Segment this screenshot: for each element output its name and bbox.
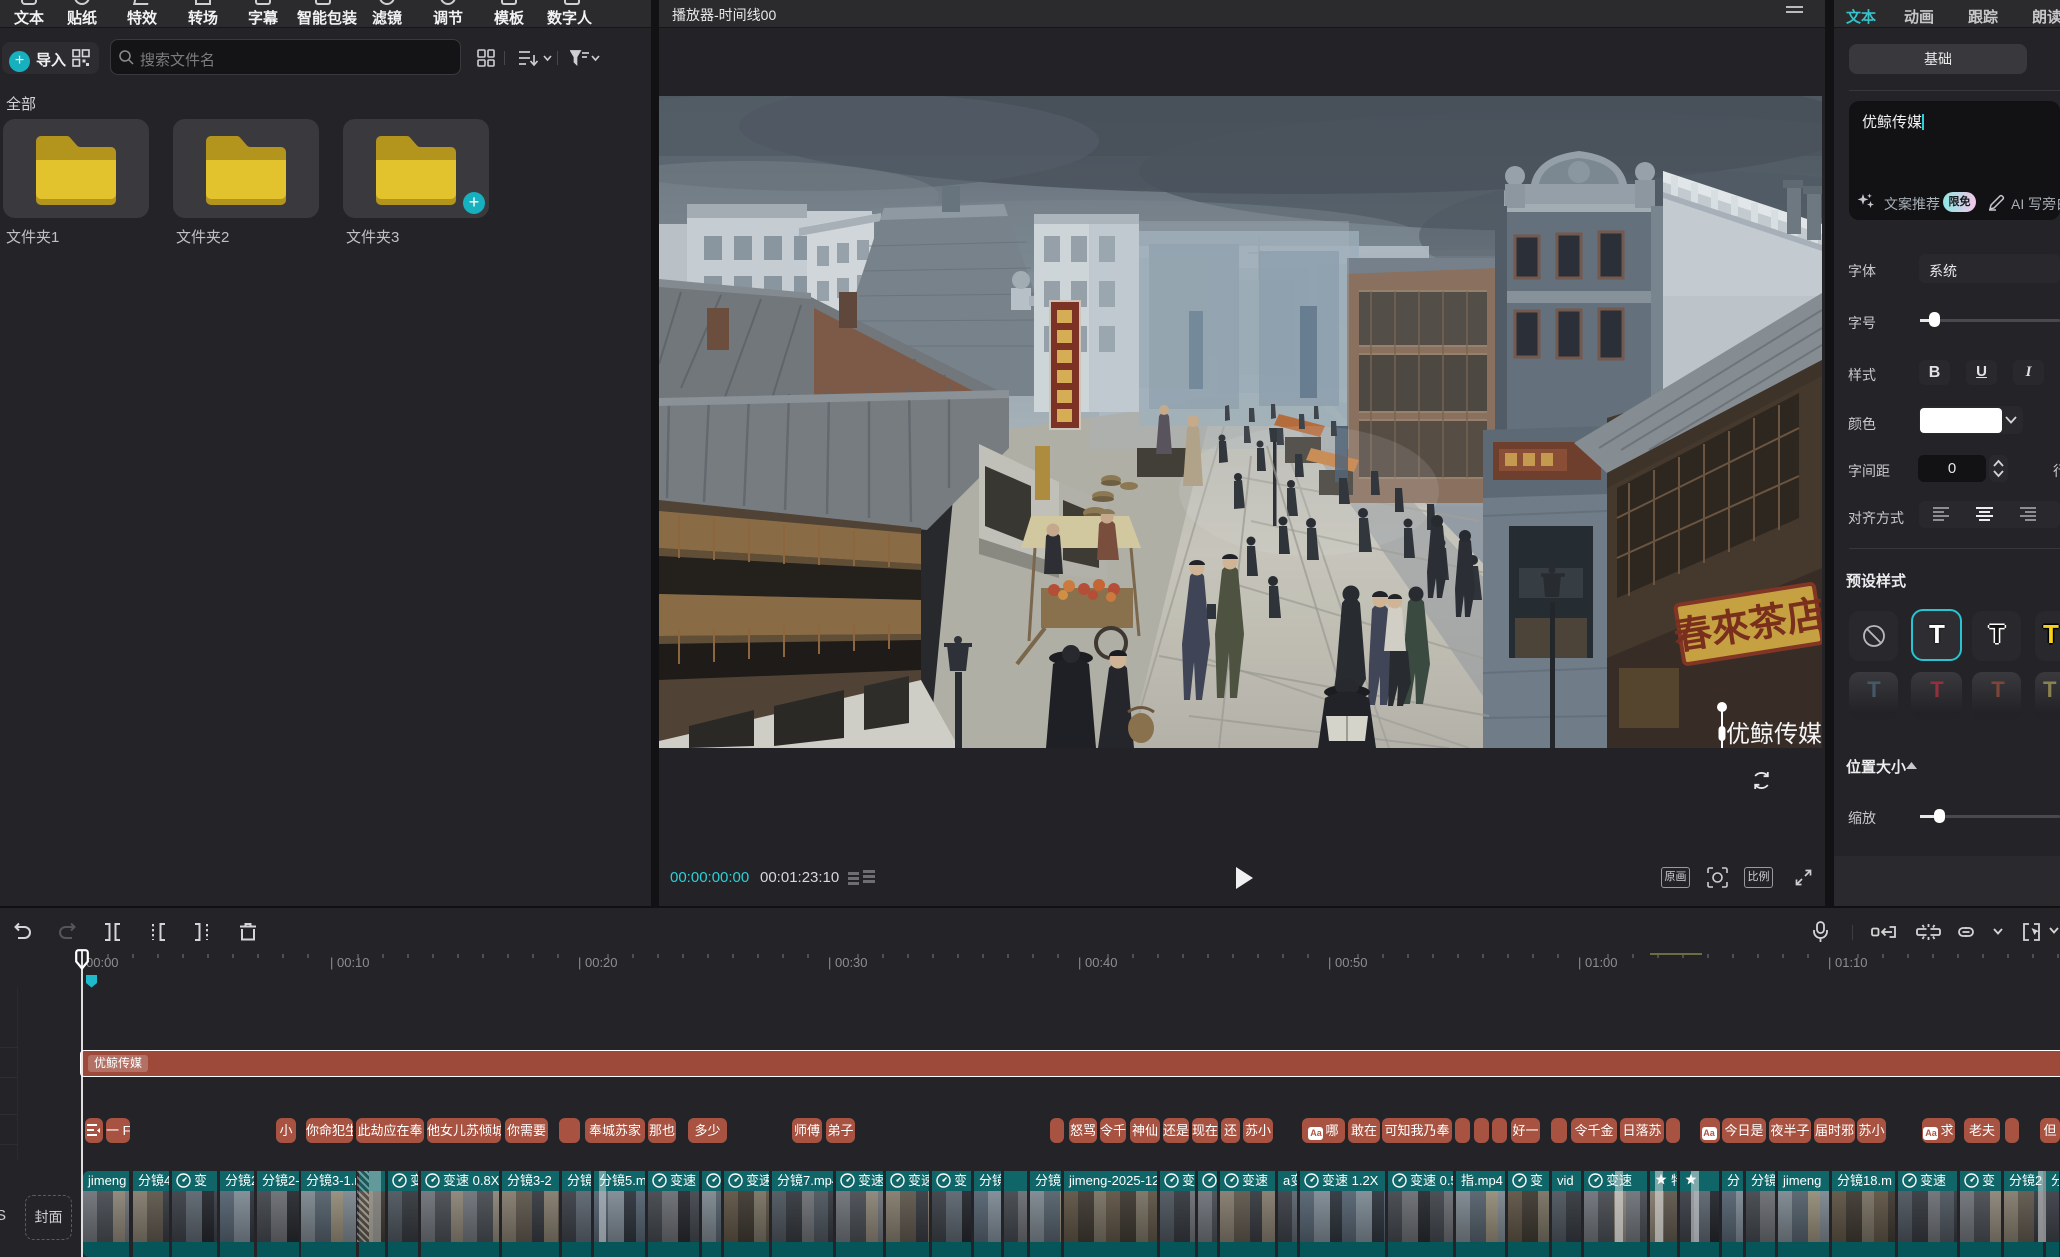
svg-text:优鲸传媒: 优鲸传媒 (1726, 721, 1822, 748)
